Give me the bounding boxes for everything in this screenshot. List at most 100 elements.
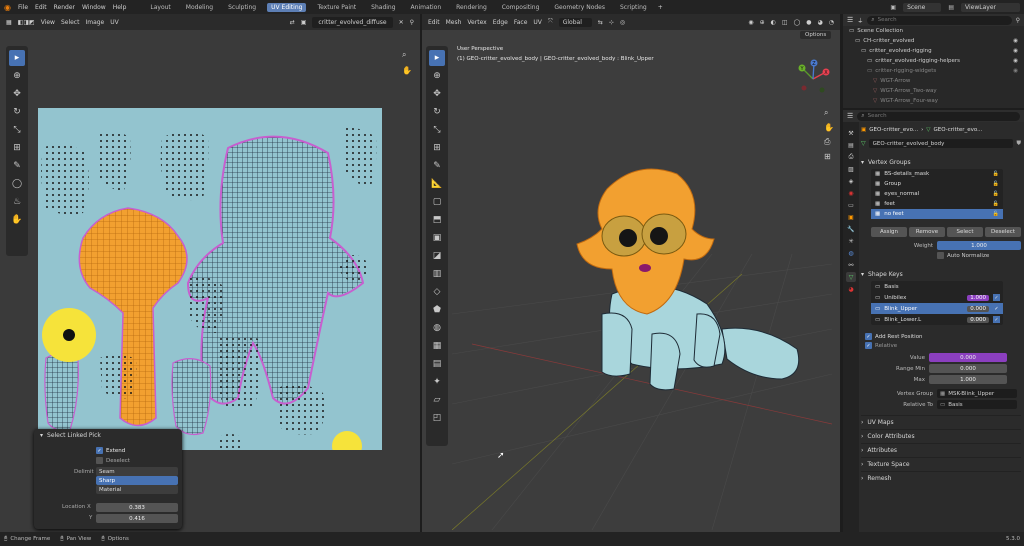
delimit-sharp[interactable]: Sharp [96,476,178,485]
vertex-group-item[interactable]: ▦ no feet 🔓 [871,209,1003,219]
vertex-group-field[interactable]: ▦ MSK-Blink_Upper [937,389,1017,398]
uv-island-leg-2[interactable] [171,358,212,436]
vertex-group-item[interactable]: ▦ Group 🔓 [871,179,1003,189]
xray-icon[interactable]: ◫ [782,19,788,26]
transform-tool-icon[interactable]: ⊞ [429,140,445,156]
menu-render[interactable]: Render [54,4,75,11]
select-box-tool-icon[interactable]: ▸ [9,50,25,66]
outliner-item[interactable]: ▽ WGT-Arrow [843,76,1024,86]
outliner-item[interactable]: ▭ critter_evolved-rigging ◉ [843,46,1024,56]
outliner-item[interactable]: ▽ WGT-Arrow_Four-way [843,96,1024,106]
blender-logo-icon[interactable]: ◉ [4,3,11,12]
funnel-icon[interactable]: ⚲ [1016,17,1020,24]
viewport-menu-edge[interactable]: Edge [493,19,508,26]
mesh-tail[interactable] [721,327,800,380]
deselect-button[interactable]: Deselect [985,227,1021,237]
lock-icon[interactable]: 🔓 [993,171,999,177]
constraint-tab-icon[interactable]: ⚯ [846,260,856,270]
overlay-icon[interactable]: ◐ [771,19,776,26]
add-workspace-icon[interactable]: + [658,4,663,11]
tab-compositing[interactable]: Compositing [498,3,544,12]
relax-tool-icon[interactable]: ♨ [9,194,25,210]
pivot-icon[interactable]: ⇆ [598,19,603,26]
rip-tool-icon[interactable]: ◰ [429,410,445,426]
tab-texture-paint[interactable]: Texture Paint [313,3,360,12]
relative-to-field[interactable]: ▭ Basis [937,400,1017,409]
shape-keys-panel-header[interactable]: ▾ Shape Keys [861,269,1021,279]
close-image-icon[interactable]: ✕ [399,19,404,26]
physics-tab-icon[interactable]: ◍ [846,248,856,258]
uv-island-paw-3[interactable] [190,276,224,333]
shape-key-item[interactable]: ▭ Unibilex 1.000 ✓ [871,292,1003,303]
output-tab-icon[interactable]: ⎙ [846,152,856,162]
menu-window[interactable]: Window [82,4,106,11]
viewport-menu-vertex[interactable]: Vertex [467,19,486,26]
shape-key-mute-checkbox[interactable]: ✓ [993,316,1000,323]
shape-key-mute-checkbox[interactable]: ✓ [993,294,1000,301]
collapsed-panel-header[interactable]: › UV Maps [861,415,1021,429]
tab-layout[interactable]: Layout [146,3,174,12]
vertex-group-item[interactable]: ▦ feet 🔓 [871,199,1003,209]
shape-key-item[interactable]: ▭ Blink_Lower.L 0.000 ✓ [871,314,1003,325]
lock-icon[interactable]: 🔓 [993,211,999,217]
value-field[interactable]: 0.000 [929,353,1007,362]
uv-canvas[interactable] [38,108,382,450]
lock-icon[interactable]: 🔓 [993,181,999,187]
object-tab-icon[interactable]: ▣ [846,212,856,222]
visibility-eye-icon[interactable]: ◉ [1013,48,1018,54]
outliner-item[interactable]: ▽ WGT-Arrow_Two-way [843,86,1024,96]
inset-tool-icon[interactable]: ▣ [429,230,445,246]
location-y-field[interactable]: 0.416 [96,514,178,523]
vertex-group-item[interactable]: ▦ BS-details_mask 🔓 [871,169,1003,179]
tab-uv-editing[interactable]: UV Editing [267,2,307,12]
assign-button[interactable]: Assign [871,227,907,237]
shading-render-icon[interactable]: ◔ [829,19,834,26]
viewport-menu-face[interactable]: Face [514,19,528,26]
shrink-tool-icon[interactable]: ✦ [429,374,445,390]
uv-island-leg-1[interactable] [44,352,79,432]
zoom-icon[interactable]: ⌕ [824,108,836,118]
tab-geometry-nodes[interactable]: Geometry Nodes [550,3,609,12]
collection-tab-icon[interactable]: ▭ [846,200,856,210]
grab-tool-icon[interactable]: ◯ [9,176,25,192]
spin-tool-icon[interactable]: ◍ [429,320,445,336]
world-tab-icon[interactable]: ◉ [846,188,856,198]
loop-cut-tool-icon[interactable]: ▥ [429,266,445,282]
knife-tool-icon[interactable]: ◇ [429,284,445,300]
menu-file[interactable]: File [18,4,28,11]
tab-animation[interactable]: Animation [407,3,446,12]
scale-tool-icon[interactable]: ⤡ [429,122,445,138]
shear-tool-icon[interactable]: ▱ [429,392,445,408]
move-tool-icon[interactable]: ✥ [9,86,25,102]
scale-tool-icon[interactable]: ⤡ [9,122,25,138]
select-box-tool-icon[interactable]: ▸ [429,50,445,66]
delimit-seam[interactable]: Seam [96,467,178,476]
transform-tool-icon[interactable]: ⊞ [9,140,25,156]
mesh-name-field[interactable]: GEO-critter_evolved_body [868,139,1014,148]
uv-island-ear-right[interactable] [160,130,209,201]
scene-selector[interactable]: Scene [903,2,942,12]
uv-island-paw-2[interactable] [276,384,325,435]
pan-icon[interactable]: ✋ [824,123,836,132]
shading-wire-icon[interactable]: ◯ [794,19,801,26]
measure-tool-icon[interactable]: 📐 [429,176,445,192]
select-button[interactable]: Select [947,227,983,237]
uv-island-paw-1[interactable] [216,333,262,410]
viewport-menu-edit[interactable]: Edit [428,19,440,26]
navigation-gizmo[interactable]: X Y Z [792,58,834,100]
add-rest-position-checkbox[interactable]: ✓ Add Rest Position [861,333,1021,340]
rotate-tool-icon[interactable]: ↻ [429,104,445,120]
shape-key-value[interactable]: 1.000 [967,294,989,301]
add-cube-tool-icon[interactable]: ▢ [429,194,445,210]
viewport-menu-mesh[interactable]: Mesh [446,19,462,26]
cursor-tool-icon[interactable]: ⊕ [429,68,445,84]
shading-material-icon[interactable]: ◕ [818,19,823,26]
max-field[interactable]: 1.000 [929,375,1007,384]
visibility-eye-icon[interactable]: ◉ [1013,38,1018,44]
lock-icon[interactable]: 🔓 [993,201,999,207]
collapsed-panel-header[interactable]: › Remesh [861,471,1021,485]
properties-type-icon[interactable]: ☰ [847,112,853,120]
tool-tab-icon[interactable]: ⚒ [846,128,856,138]
shape-key-value[interactable]: 0.000 [967,305,989,312]
outliner-item[interactable]: ▭ critter_evolved-rigging-helpers ◉ [843,56,1024,66]
